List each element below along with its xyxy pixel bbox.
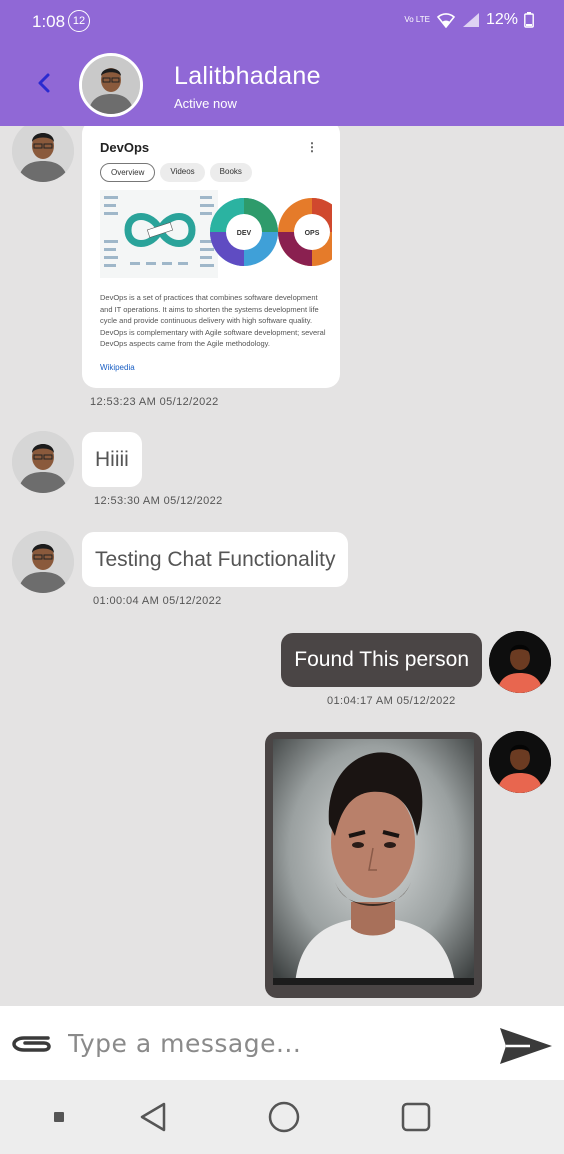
contact-photo <box>82 56 140 114</box>
notification-count-badge: 12 <box>68 10 90 32</box>
card-title: DevOps <box>100 140 150 155</box>
back-button[interactable] <box>30 68 58 98</box>
sender-avatar <box>12 126 74 182</box>
message-timestamp: 12:53:23 AM 05/12/2022 <box>90 396 219 408</box>
send-icon <box>500 1028 552 1064</box>
contact-name: Lalitbhadane <box>174 62 321 90</box>
card-tabs: Overview Videos Books <box>100 163 252 182</box>
signal-icon <box>462 13 479 27</box>
my-avatar <box>489 731 551 793</box>
my-photo <box>489 731 551 793</box>
contact-avatar[interactable] <box>79 53 143 117</box>
wifi-icon <box>436 13 456 28</box>
card-tab-overview[interactable]: Overview <box>100 163 156 182</box>
message-text: Found This person <box>294 648 469 671</box>
nav-stop-button[interactable] <box>39 1098 79 1136</box>
message-timestamp: 01:00:04 AM 05/12/2022 <box>93 595 222 607</box>
chevron-left-icon <box>38 73 50 93</box>
card-menu-icon[interactable]: ⋮ <box>306 140 318 154</box>
chat-header: Lalitbhadane Active now <box>0 44 564 126</box>
send-button[interactable] <box>496 1024 554 1068</box>
system-navigation-bar <box>0 1080 564 1154</box>
sender-avatar <box>12 431 74 493</box>
diagram-label-ops: OPS <box>305 230 320 237</box>
status-time: 1:08 <box>32 12 66 31</box>
nav-recents-button[interactable] <box>396 1098 436 1136</box>
my-avatar <box>489 631 551 693</box>
message-list[interactable]: DevOps ⋮ Overview Videos Books DEV OPS D… <box>0 126 564 1006</box>
status-icons: Vo LTE 12% <box>404 11 534 29</box>
sender-photo <box>12 531 74 593</box>
devops-diagram-image: DEV OPS <box>100 190 332 278</box>
recents-square-icon <box>401 1102 431 1132</box>
shared-photo <box>273 739 474 985</box>
status-bar: 1:08 12 Vo LTE 12% <box>0 0 564 44</box>
contact-presence: Active now <box>174 96 237 111</box>
nav-home-button[interactable] <box>264 1098 304 1136</box>
diagram-label-dev: DEV <box>237 230 252 237</box>
sender-photo <box>12 126 74 182</box>
message-text: Testing Chat Functionality <box>95 547 336 571</box>
link-preview-card[interactable]: DevOps ⋮ Overview Videos Books DEV OPS D… <box>82 126 340 388</box>
outgoing-image-message[interactable] <box>265 732 482 998</box>
sender-avatar <box>12 531 74 593</box>
attach-button[interactable] <box>10 1030 52 1056</box>
message-input[interactable] <box>68 1020 478 1066</box>
sender-photo <box>12 431 74 493</box>
card-description: DevOps is a set of practices that combin… <box>100 293 326 348</box>
stop-icon <box>54 1112 64 1122</box>
message-timestamp: 12:53:30 AM 05/12/2022 <box>94 495 223 507</box>
message-composer <box>0 1006 564 1080</box>
outgoing-message-bubble[interactable]: Found This person <box>281 633 482 687</box>
card-tab-videos[interactable]: Videos <box>160 163 205 182</box>
incoming-message-bubble[interactable]: Testing Chat Functionality <box>82 532 349 587</box>
battery-percent: 12% <box>485 11 518 28</box>
battery-icon <box>524 12 534 28</box>
card-tab-books[interactable]: Books <box>209 163 252 182</box>
home-circle-icon <box>268 1101 300 1133</box>
volte-indicator: Vo LTE <box>404 15 430 24</box>
card-source-link[interactable]: Wikipedia <box>100 363 135 372</box>
nav-back-button[interactable] <box>133 1098 173 1136</box>
my-photo <box>489 631 551 693</box>
incoming-message-bubble[interactable]: Hiiii <box>82 432 142 487</box>
message-text: Hiiii <box>95 447 129 471</box>
message-timestamp: 01:04:17 AM 05/12/2022 <box>327 695 456 707</box>
paperclip-icon <box>12 1036 51 1052</box>
back-triangle-icon <box>140 1102 166 1132</box>
